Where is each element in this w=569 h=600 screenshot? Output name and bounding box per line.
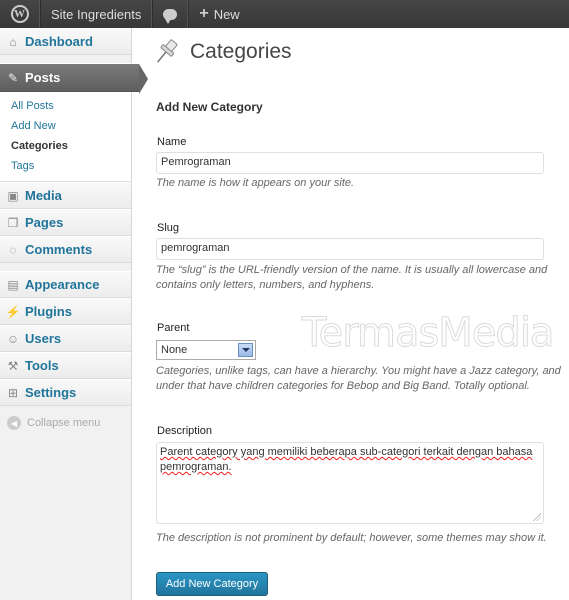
sidebar-item-label: Dashboard bbox=[25, 34, 93, 49]
collapse-arrow-icon: ◀ bbox=[7, 416, 21, 430]
sidebar-item-label: Tools bbox=[25, 358, 59, 373]
sidebar-item-dashboard[interactable]: ⌂ Dashboard bbox=[0, 28, 131, 55]
description-textarea[interactable]: Parent category yang memiliki beberapa s… bbox=[156, 442, 544, 524]
sidebar-item-label: Plugins bbox=[25, 304, 72, 319]
collapse-menu-label: Collapse menu bbox=[27, 417, 101, 429]
sidebar-item-label: Pages bbox=[25, 215, 64, 230]
new-content-label: New bbox=[213, 6, 240, 22]
sidebar-item-pages[interactable]: ❐ Pages bbox=[0, 209, 131, 236]
parent-label: Parent bbox=[157, 322, 190, 334]
name-description: The name is how it appears on your site. bbox=[156, 177, 355, 189]
admin-sidebar: ⌂ Dashboard ✎ Posts All Posts Add New Ca… bbox=[0, 28, 148, 600]
submenu-item-tags[interactable]: Tags bbox=[11, 156, 131, 176]
sidebar-item-plugins[interactable]: ⚡ Plugins bbox=[0, 298, 131, 325]
comment-bubble-icon bbox=[163, 8, 178, 24]
wordpress-logo-icon: W bbox=[10, 5, 29, 23]
name-label: Name bbox=[157, 136, 187, 148]
appearance-icon: ▤ bbox=[7, 277, 19, 292]
site-name-label: Site Ingredients bbox=[51, 6, 142, 22]
sidebar-item-label: Posts bbox=[25, 70, 61, 85]
slug-label: Slug bbox=[157, 222, 180, 234]
sidebar-item-users[interactable]: ☺ Users bbox=[0, 325, 131, 352]
add-new-category-button[interactable]: Add New Category bbox=[156, 572, 268, 596]
description-text: Parent category yang memiliki beberapa s… bbox=[160, 446, 533, 473]
comments-icon: ◌ bbox=[9, 242, 17, 257]
pages-icon: ❐ bbox=[7, 215, 19, 230]
sidebar-item-settings[interactable]: ⊞ Settings bbox=[0, 379, 131, 406]
comments-button[interactable] bbox=[152, 0, 189, 28]
wordpress-logo-menu[interactable]: W bbox=[0, 0, 40, 28]
dashboard-icon: ⌂ bbox=[9, 34, 17, 49]
description-help: The description is not prominent by defa… bbox=[156, 532, 547, 544]
resize-handle-icon[interactable] bbox=[533, 513, 541, 521]
sidebar-item-appearance[interactable]: ▤ Appearance bbox=[0, 271, 131, 298]
sidebar-item-label: Settings bbox=[25, 385, 77, 400]
form-title: Add New Category bbox=[156, 100, 263, 114]
site-name-link[interactable]: Site Ingredients bbox=[40, 0, 153, 28]
sidebar-item-label: Comments bbox=[25, 242, 93, 257]
parent-select-value: None bbox=[161, 344, 188, 356]
settings-icon: ⊞ bbox=[7, 385, 19, 400]
name-input[interactable]: Pemrograman bbox=[156, 152, 544, 174]
parent-description: Categories, unlike tags, can have a hier… bbox=[156, 365, 561, 392]
sidebar-item-tools[interactable]: ⚒ Tools bbox=[0, 352, 131, 379]
posts-submenu: All Posts Add New Categories Tags bbox=[0, 92, 131, 182]
main-content: Categories Add New Category Name Pemrogr… bbox=[132, 28, 569, 600]
plus-icon: + bbox=[199, 5, 209, 22]
slug-description: The “slug” is the URL-friendly version o… bbox=[156, 264, 548, 291]
collapse-menu-button[interactable]: ◀ Collapse menu bbox=[0, 406, 131, 430]
submenu-item-categories[interactable]: Categories bbox=[11, 136, 131, 156]
parent-select[interactable]: None bbox=[156, 340, 256, 360]
sidebar-item-label: Appearance bbox=[25, 277, 100, 292]
tools-icon: ⚒ bbox=[7, 358, 19, 373]
page-header: Categories bbox=[150, 36, 292, 68]
sidebar-item-label: Media bbox=[25, 188, 62, 203]
sidebar-item-media[interactable]: ▣ Media bbox=[0, 182, 131, 209]
pin-icon: ✎ bbox=[7, 70, 19, 85]
new-content-button[interactable]: + New bbox=[188, 0, 249, 28]
sidebar-item-label: Users bbox=[25, 331, 62, 346]
description-label: Description bbox=[157, 425, 213, 437]
plugins-icon: ⚡ bbox=[5, 304, 21, 319]
watermark: TermasMedia bbox=[301, 310, 554, 357]
submenu-item-add-new[interactable]: Add New bbox=[11, 116, 131, 136]
dropdown-arrow-icon[interactable] bbox=[238, 343, 253, 357]
slug-input[interactable]: pemrograman bbox=[156, 238, 544, 260]
admin-bar: W Site Ingredients + New bbox=[0, 0, 569, 28]
pushpin-icon bbox=[157, 39, 178, 63]
media-icon: ▣ bbox=[7, 188, 19, 203]
sidebar-item-comments[interactable]: ◌ Comments bbox=[0, 236, 131, 263]
page-title: Categories bbox=[190, 40, 292, 63]
submenu-item-all-posts[interactable]: All Posts bbox=[11, 96, 131, 116]
users-icon: ☺ bbox=[6, 331, 20, 346]
sidebar-item-posts[interactable]: ✎ Posts bbox=[0, 63, 148, 94]
